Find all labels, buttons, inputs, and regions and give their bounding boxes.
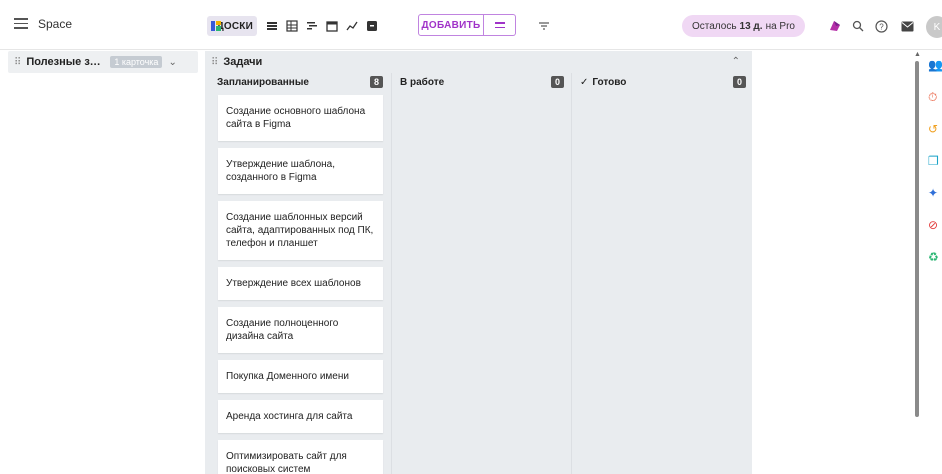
card-list: Создание основного шаблона сайта в Figma…	[218, 95, 383, 474]
view-boards-button[interactable]: ДОСКИ	[207, 16, 257, 36]
scroll-up-arrow-icon[interactable]: ▲	[914, 51, 921, 58]
scroll-thumb[interactable]	[915, 61, 919, 417]
equals-icon	[494, 21, 505, 30]
group-notes: ⠿ Полезные заме... 1 карточка ⌄	[8, 51, 198, 73]
card[interactable]: Создание полноценного дизайна сайта	[218, 307, 383, 353]
group-tasks: ⠿ Задачи ⌃ Запланированные 8 Создание ос…	[205, 51, 752, 474]
group-notes-count: 1 карточка	[110, 56, 163, 68]
mail-icon[interactable]	[898, 17, 916, 35]
chevron-up-icon[interactable]: ⌃	[732, 56, 740, 67]
timeline-icon	[307, 22, 317, 30]
archive-icon	[367, 21, 377, 31]
card[interactable]: Создание основного шаблона сайта в Figma	[218, 95, 383, 141]
automation-icon[interactable]: ✦	[928, 186, 942, 200]
checkmark-icon: ✓	[580, 76, 589, 88]
group-notes-title: Полезные заме...	[26, 56, 106, 68]
top-bar: Space ДОСКИ ДОБАВИТЬ Осталось 13 д. на P…	[0, 0, 942, 50]
filter-icon	[539, 22, 549, 30]
calendar-icon	[326, 21, 338, 32]
recycle-icon[interactable]: ♻	[928, 250, 942, 264]
pro-days: 13 д.	[739, 20, 763, 32]
view-timeline-button[interactable]	[302, 17, 322, 35]
pro-gem-icon[interactable]	[826, 17, 844, 35]
timer-icon[interactable]: ⏱	[928, 90, 942, 104]
card[interactable]: Утверждение шаблона, созданного в Figma	[218, 148, 383, 194]
card[interactable]: Создание шаблонных версий сайта, адаптир…	[218, 201, 383, 260]
view-archive-button[interactable]	[362, 17, 382, 35]
add-button[interactable]: ДОБАВИТЬ	[418, 14, 484, 36]
card[interactable]: Аренда хостинга для сайта	[218, 400, 383, 433]
copy-icon[interactable]: ❐	[928, 154, 942, 168]
right-sidebar: 👥 ⏱ ↺ ❐ ✦ ⊘ ♻	[928, 58, 942, 282]
group-tasks-title: Задачи	[223, 56, 263, 68]
svg-text:?: ?	[879, 22, 884, 31]
boards-icon	[211, 21, 221, 31]
lane-in-progress-count: 0	[551, 76, 564, 88]
view-chart-button[interactable]	[342, 17, 362, 35]
view-list-button[interactable]	[262, 17, 282, 35]
card[interactable]: Утверждение всех шаблонов	[218, 267, 383, 300]
lane-done-header: ✓ Готово 0	[572, 73, 752, 91]
lane-planned-title: Запланированные	[217, 76, 309, 88]
lane-planned-header: Запланированные 8	[205, 73, 389, 91]
chevron-down-icon[interactable]: ⌄	[168, 57, 176, 68]
lane-done-title: Готово	[592, 76, 627, 88]
drag-handle-icon[interactable]: ⠿	[211, 57, 218, 68]
lane-planned: Запланированные 8 Создание основного шаб…	[205, 73, 389, 474]
drag-handle-icon[interactable]: ⠿	[14, 57, 21, 68]
chart-line-icon	[346, 21, 358, 31]
view-table-button[interactable]	[282, 17, 302, 35]
lane-done-count: 0	[733, 76, 746, 88]
list-icon	[267, 22, 277, 30]
lane-done: ✓ Готово 0	[571, 73, 752, 474]
pro-trial-badge[interactable]: Осталось 13 д. на Pro	[682, 15, 805, 37]
add-options-button[interactable]	[484, 14, 516, 36]
pro-prefix: Осталось	[692, 20, 737, 32]
view-boards-label: ДОСКИ	[216, 20, 253, 32]
search-icon[interactable]	[849, 17, 867, 35]
user-avatar[interactable]: K	[926, 16, 942, 38]
lane-in-progress-header: В работе 0	[392, 73, 570, 91]
help-icon[interactable]: ?	[872, 17, 890, 35]
pro-suffix: на Pro	[765, 20, 795, 32]
block-icon[interactable]: ⊘	[928, 218, 942, 232]
history-icon[interactable]: ↺	[928, 122, 942, 136]
lane-planned-count: 8	[370, 76, 383, 88]
group-notes-header[interactable]: ⠿ Полезные заме... 1 карточка ⌄	[8, 51, 198, 73]
board-area: ⠿ Полезные заме... 1 карточка ⌄ ⠿ Задачи…	[0, 51, 916, 474]
card[interactable]: Оптимизировать сайт для поисковых систем	[218, 440, 383, 474]
card[interactable]: Покупка Доменного имени	[218, 360, 383, 393]
vertical-scrollbar[interactable]: ▲	[913, 51, 921, 474]
view-calendar-button[interactable]	[322, 17, 342, 35]
table-icon	[286, 20, 298, 32]
app-title: Space	[38, 17, 73, 31]
filter-button[interactable]	[534, 17, 554, 35]
users-icon[interactable]: 👥	[928, 58, 942, 72]
group-tasks-header[interactable]: ⠿ Задачи	[205, 51, 752, 73]
lane-in-progress-title: В работе	[400, 76, 445, 88]
lane-in-progress: В работе 0	[391, 73, 570, 474]
menu-icon[interactable]	[14, 18, 28, 30]
